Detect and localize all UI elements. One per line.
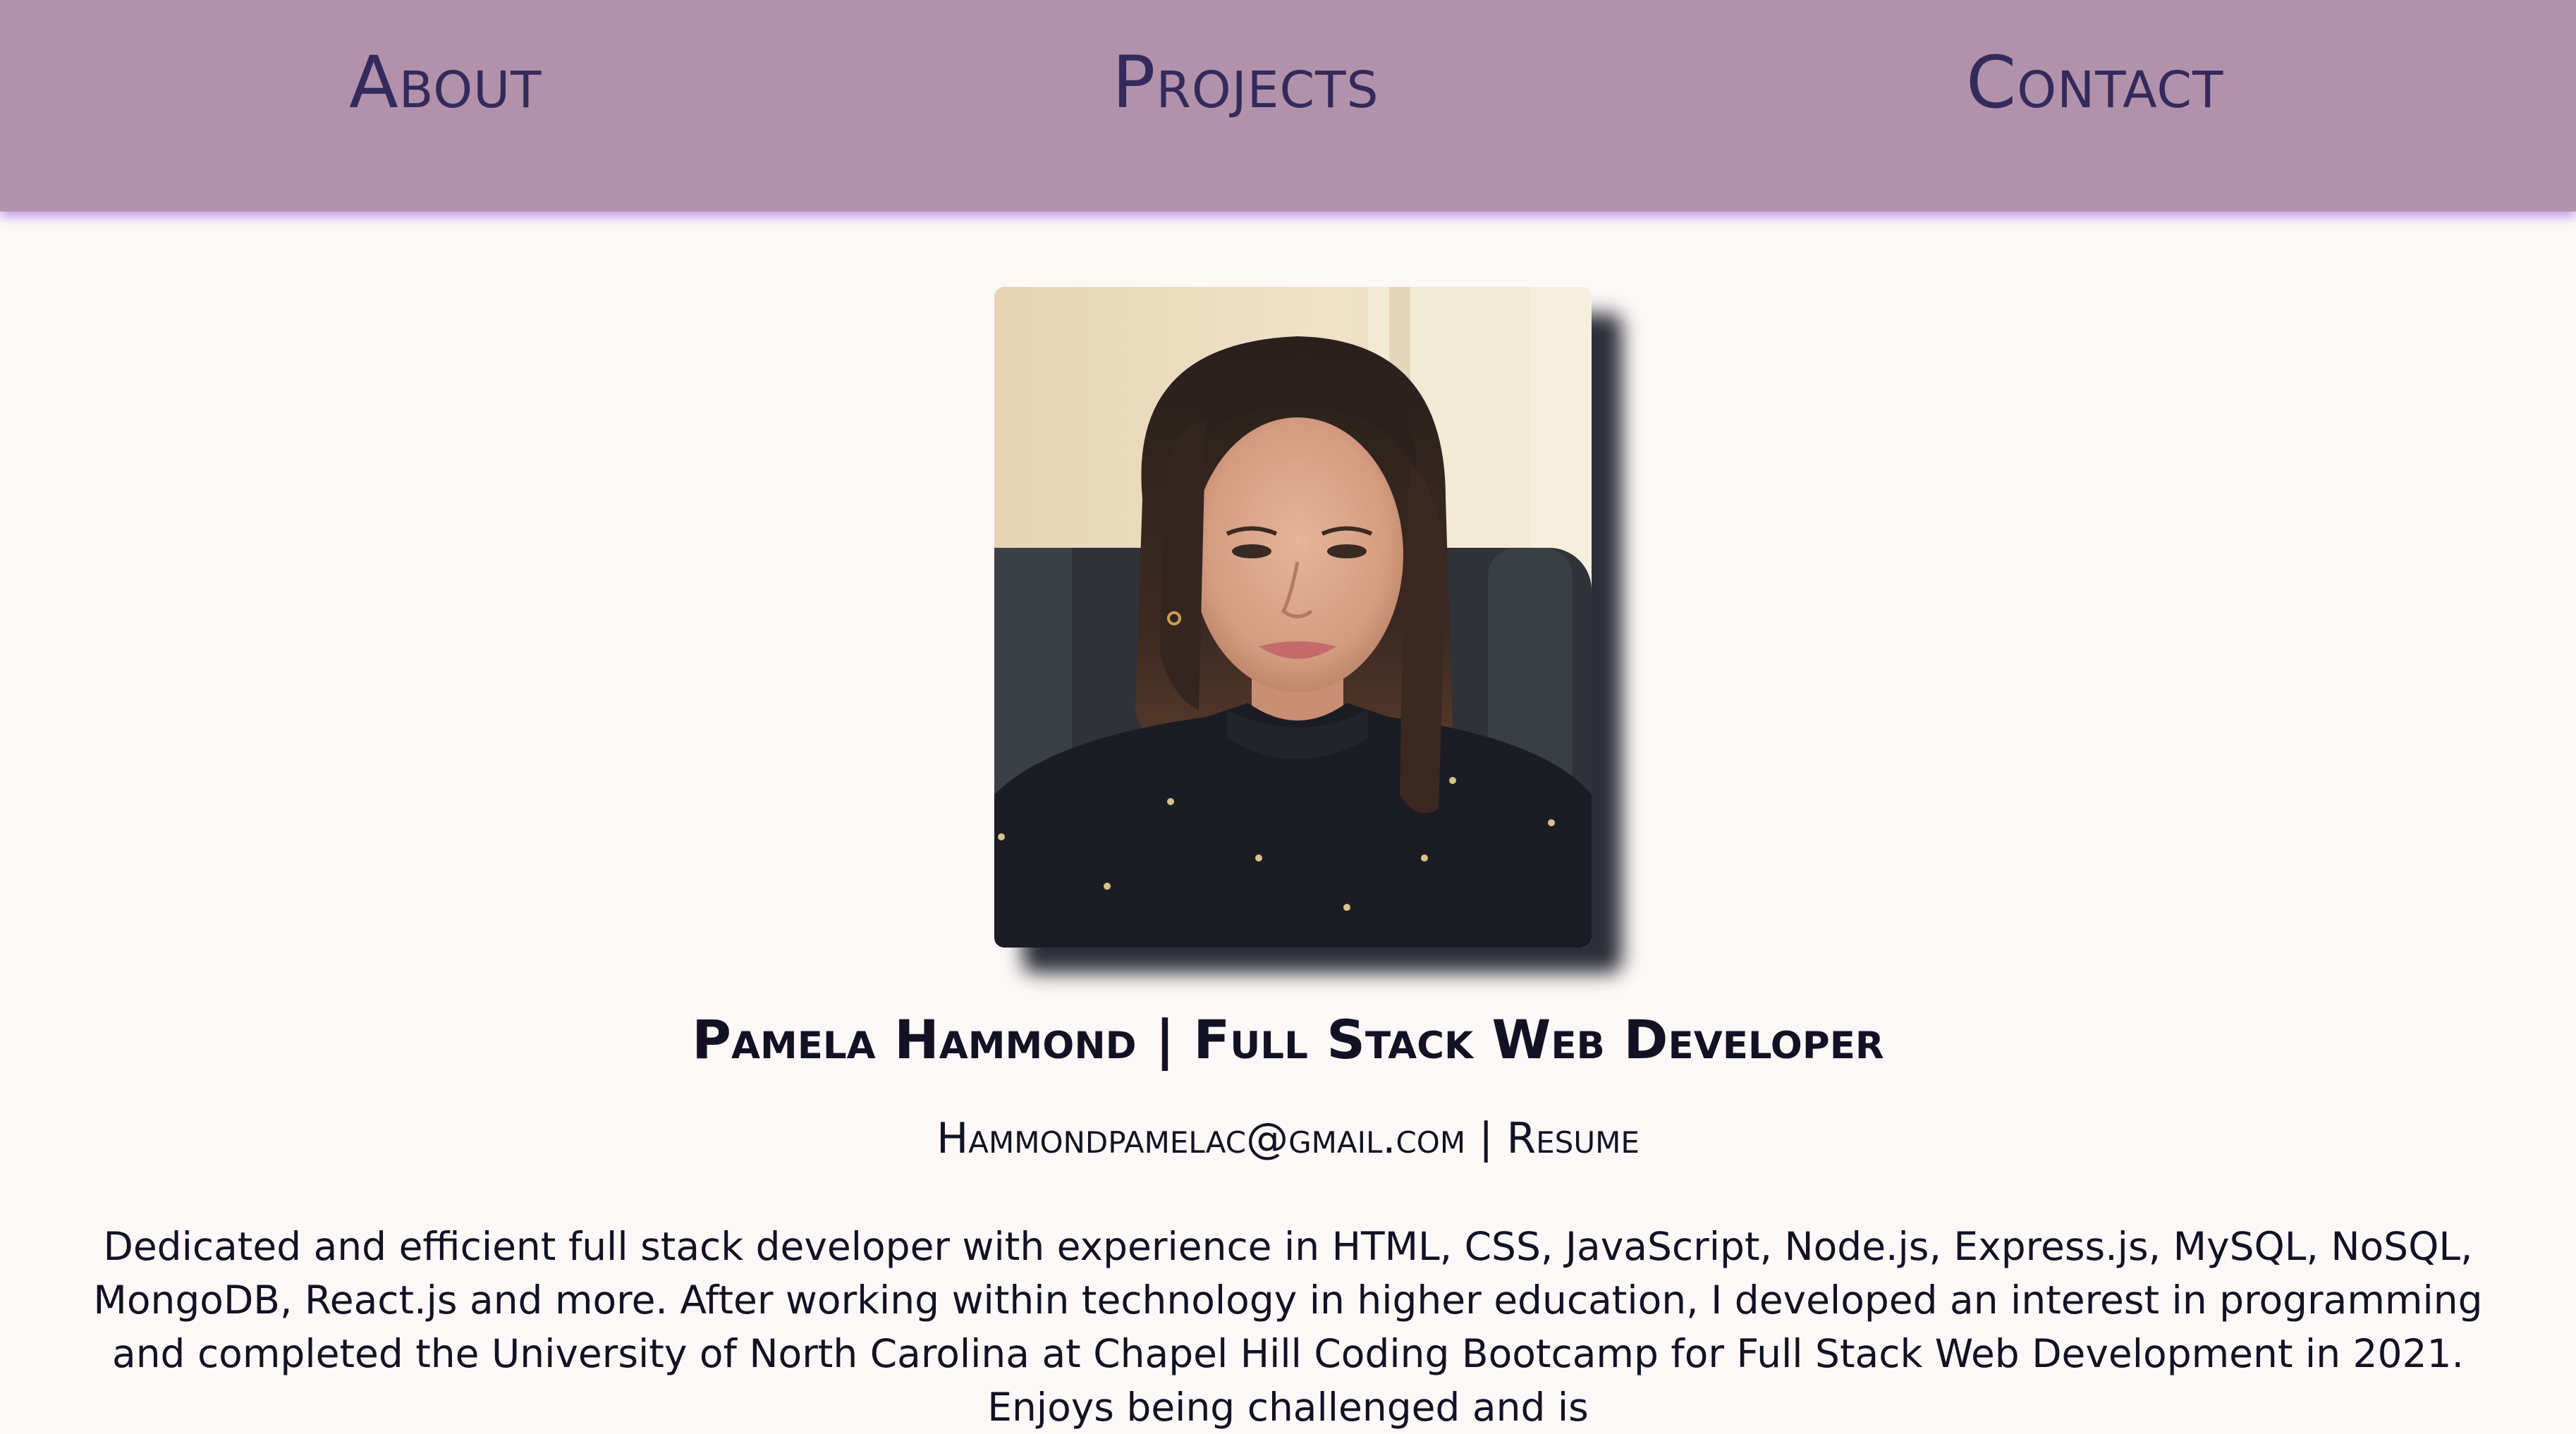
name-title: Pamela Hammond | Full Stack Web Develope… <box>692 1008 1884 1071</box>
nav-about-link[interactable]: About <box>349 41 542 125</box>
contact-separator: | <box>1465 1114 1507 1163</box>
profile-photo <box>994 287 1592 948</box>
email-link[interactable]: Hammondpamelac@gmail.com <box>936 1114 1465 1163</box>
portrait-illustration <box>994 287 1592 948</box>
top-navbar: About Projects Contact <box>0 0 2576 212</box>
nav-projects-link[interactable]: Projects <box>1112 41 1379 125</box>
bio-paragraph: Dedicated and efficient full stack devel… <box>93 1224 2483 1430</box>
nav-contact-link[interactable]: Contact <box>1966 41 2223 125</box>
contact-line: Hammondpamelac@gmail.com | Resume <box>0 1107 2576 1170</box>
resume-link[interactable]: Resume <box>1506 1114 1639 1163</box>
